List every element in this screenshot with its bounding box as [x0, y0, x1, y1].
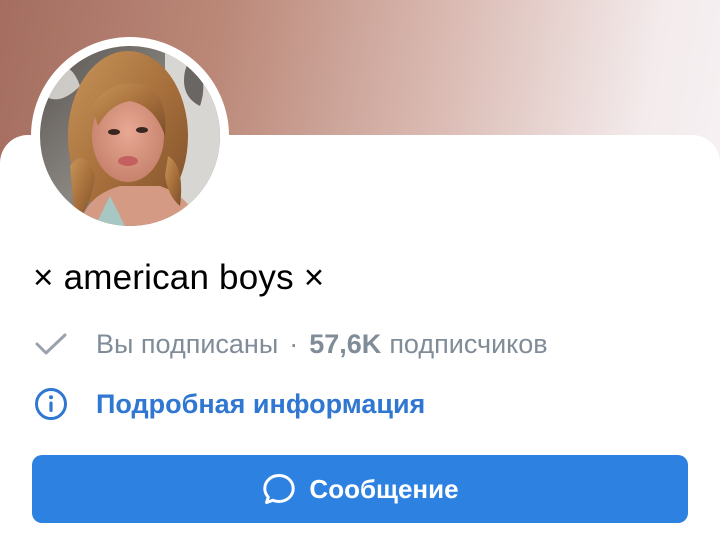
subscription-status: Вы подписаны: [96, 328, 279, 359]
info-icon: [35, 388, 67, 420]
subscription-row: Вы подписаны · 57,6K подписчиков: [33, 322, 548, 366]
details-link[interactable]: Подробная информация: [33, 382, 425, 426]
subscribers-count: 57,6K: [309, 328, 382, 359]
details-link-label: Подробная информация: [96, 388, 426, 419]
avatar-photo: [40, 46, 220, 226]
avatar[interactable]: [40, 46, 220, 226]
message-button-label: Сообщение: [309, 473, 459, 504]
community-profile-screen: × american boys × Вы подписаны · 57,6K п…: [0, 0, 720, 540]
message-button[interactable]: Сообщение: [32, 455, 688, 523]
subscribers-label: подписчиков: [389, 328, 548, 359]
community-title: × american boys ×: [33, 258, 325, 297]
check-icon: [35, 333, 67, 355]
message-bubble-icon: [263, 474, 296, 504]
separator-dot: ·: [289, 328, 299, 359]
